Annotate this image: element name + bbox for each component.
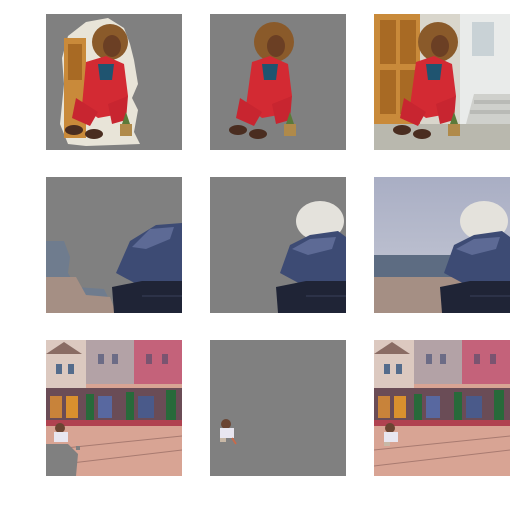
woman-original-image: [374, 14, 510, 150]
tram-masked-background-image: [46, 340, 182, 476]
tile-hood-masked-foreground: [210, 177, 346, 313]
tile-hood-original: [374, 177, 510, 313]
tile-woman-masked-foreground: [210, 14, 346, 150]
image-grid-figure: [0, 0, 520, 510]
woman-masked-background-image: [46, 14, 182, 150]
tram-masked-foreground-image: [210, 340, 346, 476]
tile-tram-original: [374, 340, 510, 476]
tile-tram-masked-foreground: [210, 340, 346, 476]
tile-tram-masked-background: [46, 340, 182, 476]
tram-original-image: [374, 340, 510, 476]
tile-hood-masked-background: [46, 177, 182, 313]
hood-masked-foreground-image: [210, 177, 346, 313]
hood-original-image: [374, 177, 510, 313]
hood-masked-background-image: [46, 177, 182, 313]
woman-masked-foreground-image: [210, 14, 346, 150]
tile-woman-masked-background: [46, 14, 182, 150]
tile-woman-original: [374, 14, 510, 150]
